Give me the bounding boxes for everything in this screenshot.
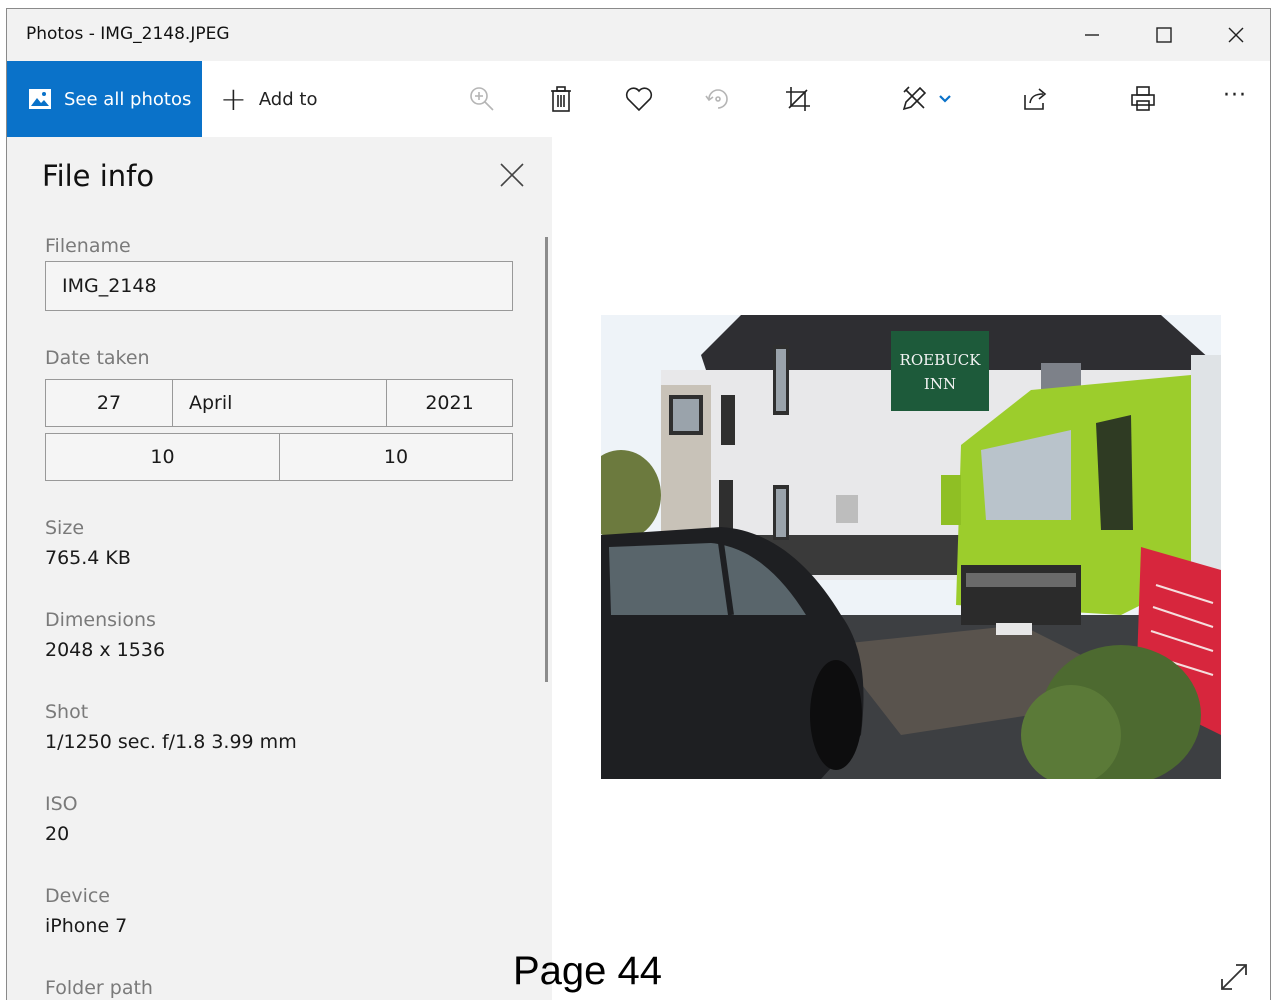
- window-title: Photos - IMG_2148.JPEG: [26, 24, 230, 44]
- filename-value: IMG_2148: [62, 275, 157, 297]
- filename-field[interactable]: IMG_2148: [45, 261, 513, 311]
- heart-icon: [625, 87, 653, 112]
- shot-value: 1/1250 sec. f/1.8 3.99 mm: [45, 731, 297, 753]
- close-icon: [500, 163, 524, 187]
- photo: ROEBUCK INN: [601, 315, 1221, 779]
- sign-line1: ROEBUCK: [900, 351, 982, 369]
- iso-label: ISO: [45, 793, 78, 815]
- file-info-panel: File info Filename IMG_2148 Date taken 2…: [7, 137, 552, 1000]
- date-picker[interactable]: 27 April 2021: [45, 379, 513, 427]
- close-icon: [1228, 27, 1244, 43]
- share-button[interactable]: [1017, 81, 1053, 117]
- see-all-photos-label: See all photos: [64, 88, 192, 110]
- folder-path-label: Folder path: [45, 977, 153, 999]
- close-window-button[interactable]: [1200, 9, 1270, 61]
- panel-scrollbar[interactable]: [545, 237, 548, 682]
- photo-image: ROEBUCK INN: [601, 315, 1221, 779]
- edit-dropdown-button[interactable]: [935, 81, 955, 117]
- more-options-button[interactable]: ···: [1217, 81, 1253, 117]
- fullscreen-button[interactable]: [1218, 961, 1250, 993]
- add-to-button[interactable]: + Add to: [220, 61, 317, 137]
- toolbar: See all photos + Add to ···: [7, 61, 1270, 137]
- date-taken-label: Date taken: [45, 347, 150, 369]
- zoom-in-icon: [470, 87, 494, 111]
- zoom-button[interactable]: [464, 81, 500, 117]
- minimize-button[interactable]: [1056, 9, 1128, 61]
- print-button[interactable]: [1125, 81, 1161, 117]
- close-panel-button[interactable]: [497, 160, 527, 190]
- maximize-icon: [1156, 27, 1172, 43]
- rotate-icon: [705, 89, 728, 109]
- edit-pencil-icon: [902, 86, 927, 111]
- minute-selector[interactable]: 10: [280, 434, 512, 480]
- maximize-button[interactable]: [1128, 9, 1200, 61]
- shot-label: Shot: [45, 701, 89, 723]
- sign-line2: INN: [924, 375, 956, 393]
- rotate-button[interactable]: [700, 81, 736, 117]
- hour-selector[interactable]: 10: [46, 434, 280, 480]
- page-number-label: Page 44: [513, 949, 663, 993]
- month-selector[interactable]: April: [173, 380, 387, 426]
- size-label: Size: [45, 517, 85, 539]
- title-bar: Photos - IMG_2148.JPEG: [7, 9, 1270, 61]
- chevron-down-icon: [939, 95, 951, 103]
- edit-draw-button[interactable]: [897, 81, 933, 117]
- filename-label: Filename: [45, 235, 131, 257]
- favorite-button[interactable]: [621, 81, 657, 117]
- crop-icon: [786, 87, 810, 111]
- share-icon: [1024, 88, 1047, 110]
- see-all-photos-button[interactable]: See all photos: [7, 61, 202, 137]
- photos-window: Photos - IMG_2148.JPEG See all photos + …: [6, 8, 1271, 1000]
- size-value: 765.4 KB: [45, 547, 131, 569]
- time-picker[interactable]: 10 10: [45, 433, 513, 481]
- minimize-icon: [1085, 34, 1099, 36]
- day-selector[interactable]: 27: [46, 380, 173, 426]
- year-selector[interactable]: 2021: [387, 380, 512, 426]
- add-to-label: Add to: [258, 88, 318, 110]
- image-viewer[interactable]: ROEBUCK INN: [552, 137, 1270, 1000]
- delete-button[interactable]: [543, 81, 579, 117]
- panel-title: File info: [42, 159, 155, 193]
- expand-icon: [1221, 964, 1247, 990]
- dimensions-label: Dimensions: [45, 609, 156, 631]
- plus-icon: +: [220, 80, 247, 118]
- device-label: Device: [45, 885, 110, 907]
- dimensions-value: 2048 x 1536: [45, 639, 166, 661]
- crop-button[interactable]: [780, 81, 816, 117]
- device-value: iPhone 7: [45, 915, 128, 937]
- printer-icon: [1131, 86, 1155, 111]
- iso-value: 20: [45, 823, 70, 845]
- photo-icon: [29, 89, 51, 109]
- trash-icon: [551, 86, 571, 112]
